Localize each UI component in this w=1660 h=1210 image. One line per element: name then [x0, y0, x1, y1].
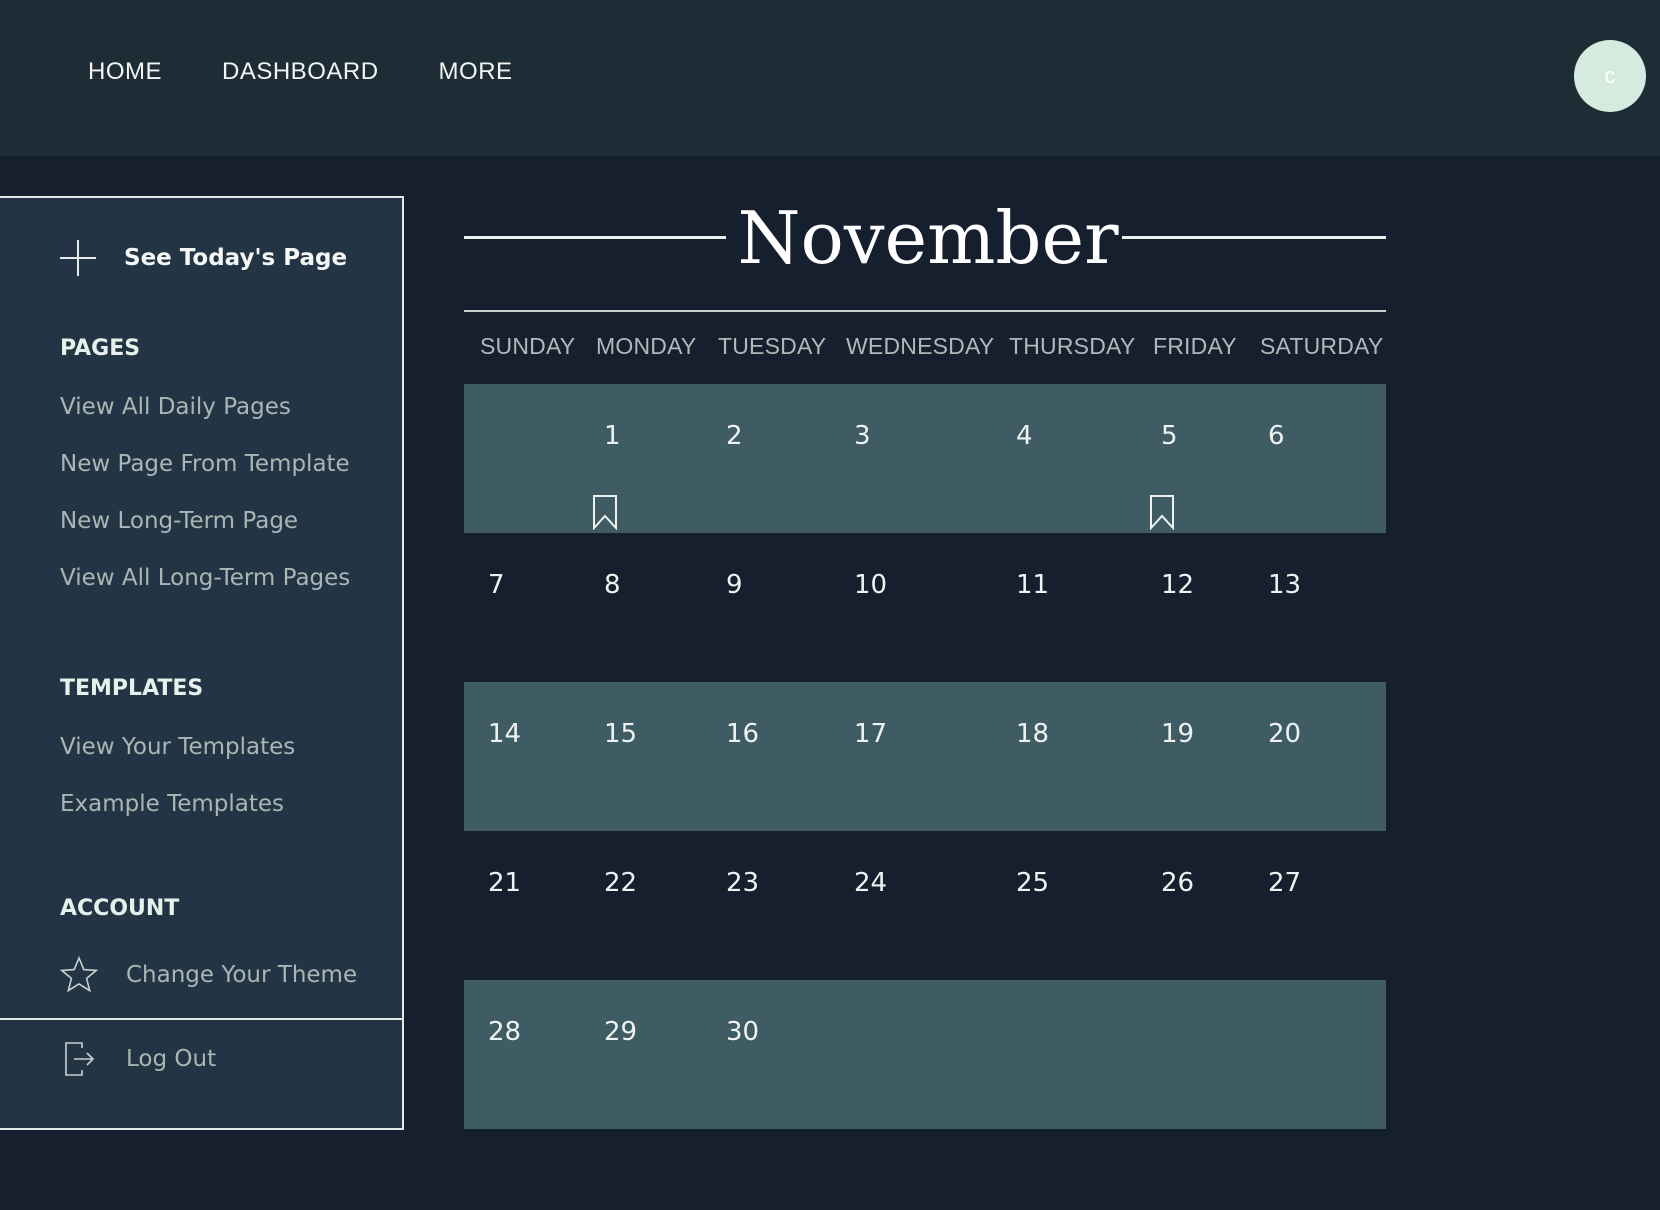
- weekday-sunday: SUNDAY: [480, 333, 576, 359]
- month-rule-left: [464, 236, 726, 239]
- calendar-day[interactable]: 22: [604, 868, 637, 898]
- calendar-day[interactable]: 12: [1161, 570, 1194, 600]
- change-theme-button[interactable]: Change Your Theme: [60, 956, 357, 994]
- calendar-day[interactable]: 7: [488, 570, 505, 600]
- month-rule-right: [1122, 236, 1386, 239]
- weekday-wednesday: WEDNESDAY: [846, 333, 995, 359]
- calendar-day[interactable]: 19: [1161, 719, 1194, 749]
- weekday-friday: FRIDAY: [1153, 333, 1237, 359]
- calendar-day[interactable]: 10: [854, 570, 887, 600]
- section-title-pages: PAGES: [60, 336, 141, 361]
- calendar-day[interactable]: 14: [488, 719, 521, 749]
- week-band: [464, 980, 1386, 1129]
- calendar-day[interactable]: 17: [854, 719, 887, 749]
- log-out-label: Log Out: [126, 1046, 217, 1072]
- calendar-day[interactable]: 23: [726, 868, 759, 898]
- calendar-day[interactable]: 21: [488, 868, 521, 898]
- calendar-day[interactable]: 3: [854, 421, 871, 451]
- logout-icon: [65, 1042, 95, 1076]
- link-new-long-term-page[interactable]: New Long-Term Page: [60, 508, 298, 534]
- calendar-day[interactable]: 24: [854, 868, 887, 898]
- weekday-tuesday: TUESDAY: [718, 333, 827, 359]
- calendar-day[interactable]: 18: [1016, 719, 1049, 749]
- section-title-templates: TEMPLATES: [60, 676, 204, 701]
- change-theme-label: Change Your Theme: [126, 962, 358, 988]
- see-todays-page-button[interactable]: See Today's Page: [60, 240, 347, 276]
- nav-home[interactable]: HOME: [88, 58, 162, 86]
- calendar-day[interactable]: 30: [726, 1017, 759, 1047]
- calendar-day[interactable]: 26: [1161, 868, 1194, 898]
- link-new-page-from-template[interactable]: New Page From Template: [60, 451, 350, 477]
- weekday-thursday: THURSDAY: [1009, 333, 1136, 359]
- star-icon: [60, 956, 98, 993]
- avatar[interactable]: c: [1574, 40, 1646, 112]
- calendar-day[interactable]: 4: [1016, 421, 1033, 451]
- calendar-day[interactable]: 28: [488, 1017, 521, 1047]
- calendar-day[interactable]: 11: [1016, 570, 1049, 600]
- bookmark-icon[interactable]: [592, 494, 618, 530]
- weekday-saturday: SATURDAY: [1260, 333, 1384, 359]
- link-example-templates[interactable]: Example Templates: [60, 791, 284, 817]
- bookmark-icon[interactable]: [1149, 494, 1175, 530]
- sidebar-divider: [0, 1018, 402, 1020]
- log-out-button[interactable]: Log Out: [60, 1040, 216, 1078]
- calendar-day[interactable]: 9: [726, 570, 743, 600]
- calendar-day[interactable]: 8: [604, 570, 621, 600]
- top-navigation-bar: HOME DASHBOARD MORE c: [0, 0, 1660, 156]
- nav-dashboard[interactable]: DASHBOARD: [222, 58, 379, 86]
- calendar-day[interactable]: 6: [1268, 421, 1285, 451]
- link-view-all-long-term-pages[interactable]: View All Long-Term Pages: [60, 565, 350, 591]
- calendar-day[interactable]: 25: [1016, 868, 1049, 898]
- calendar-day[interactable]: 29: [604, 1017, 637, 1047]
- calendar-day[interactable]: 16: [726, 719, 759, 749]
- week-band: [464, 682, 1386, 831]
- calendar-day[interactable]: 1: [604, 421, 621, 451]
- month-header: November: [464, 190, 1386, 286]
- month-title: November: [737, 196, 1119, 280]
- link-view-your-templates[interactable]: View Your Templates: [60, 734, 295, 760]
- calendar-day[interactable]: 15: [604, 719, 637, 749]
- nav-more[interactable]: MORE: [439, 58, 513, 86]
- calendar-day[interactable]: 13: [1268, 570, 1301, 600]
- calendar-day[interactable]: 2: [726, 421, 743, 451]
- weekday-header-rule: [464, 310, 1386, 312]
- main-nav: HOME DASHBOARD MORE: [88, 58, 513, 86]
- section-title-account: ACCOUNT: [60, 896, 180, 921]
- weekday-monday: MONDAY: [596, 333, 697, 359]
- sidebar: See Today's Page PAGES View All Daily Pa…: [0, 196, 404, 1130]
- link-view-all-daily-pages[interactable]: View All Daily Pages: [60, 394, 291, 420]
- calendar-day[interactable]: 5: [1161, 421, 1178, 451]
- calendar-day[interactable]: 20: [1268, 719, 1301, 749]
- calendar-day[interactable]: 27: [1268, 868, 1301, 898]
- plus-icon: [60, 240, 96, 276]
- see-todays-page-label: See Today's Page: [124, 245, 348, 271]
